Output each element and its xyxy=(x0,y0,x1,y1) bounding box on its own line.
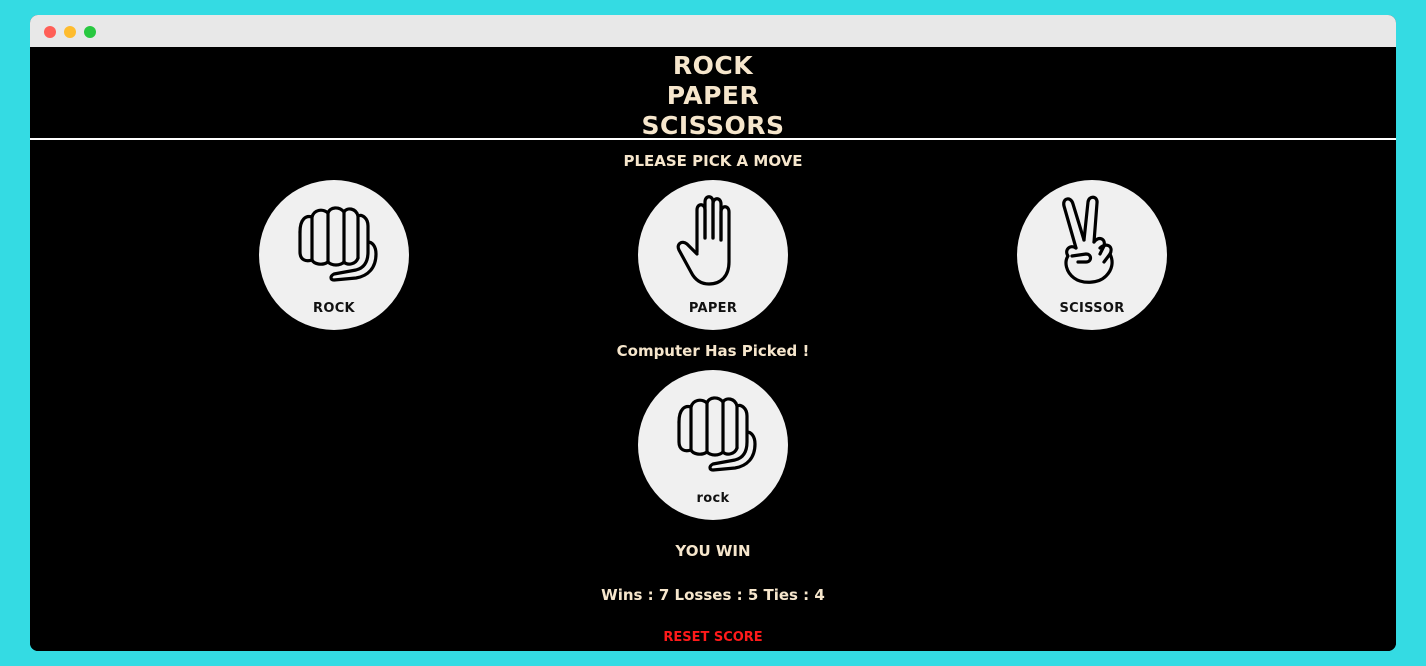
page-title: ROCK PAPER SCISSORS xyxy=(30,51,1396,141)
fist-icon xyxy=(677,396,757,472)
result-text: YOU WIN xyxy=(675,542,751,560)
reset-score-button[interactable]: RESET SCORE xyxy=(640,629,786,647)
rock-move-button[interactable]: ROCK xyxy=(259,180,409,330)
peace-sign-icon xyxy=(1062,195,1114,284)
title-line-paper: PAPER xyxy=(666,81,760,110)
paper-label: PAPER xyxy=(688,301,738,316)
open-hand-icon xyxy=(676,195,731,286)
game-page: ROCK PAPER SCISSORS PLEASE PICK A MOVE R… xyxy=(30,47,1396,651)
browser-window: ROCK PAPER SCISSORS PLEASE PICK A MOVE R… xyxy=(30,15,1396,651)
title-line-scissors: SCISSORS xyxy=(641,111,785,140)
computer-pick-heading: Computer Has Picked ! xyxy=(616,342,810,360)
maximize-window-button[interactable] xyxy=(84,26,96,38)
minimize-window-button[interactable] xyxy=(64,26,76,38)
rock-label: ROCK xyxy=(313,301,355,316)
window-titlebar xyxy=(30,15,1396,47)
fist-icon xyxy=(298,206,378,282)
title-line-rock: ROCK xyxy=(672,51,754,80)
computer-pick-display: rock xyxy=(638,370,788,520)
close-window-button[interactable] xyxy=(44,26,56,38)
computer-pick-label: rock xyxy=(696,491,730,506)
scissor-move-button[interactable]: SCISSOR xyxy=(1017,180,1167,330)
score-text: Wins : 7 Losses : 5 Ties : 4 xyxy=(601,586,825,604)
paper-move-button[interactable]: PAPER xyxy=(638,180,788,330)
scissor-label: SCISSOR xyxy=(1059,301,1125,316)
header-divider xyxy=(30,138,1396,140)
pick-prompt: PLEASE PICK A MOVE xyxy=(623,152,803,170)
